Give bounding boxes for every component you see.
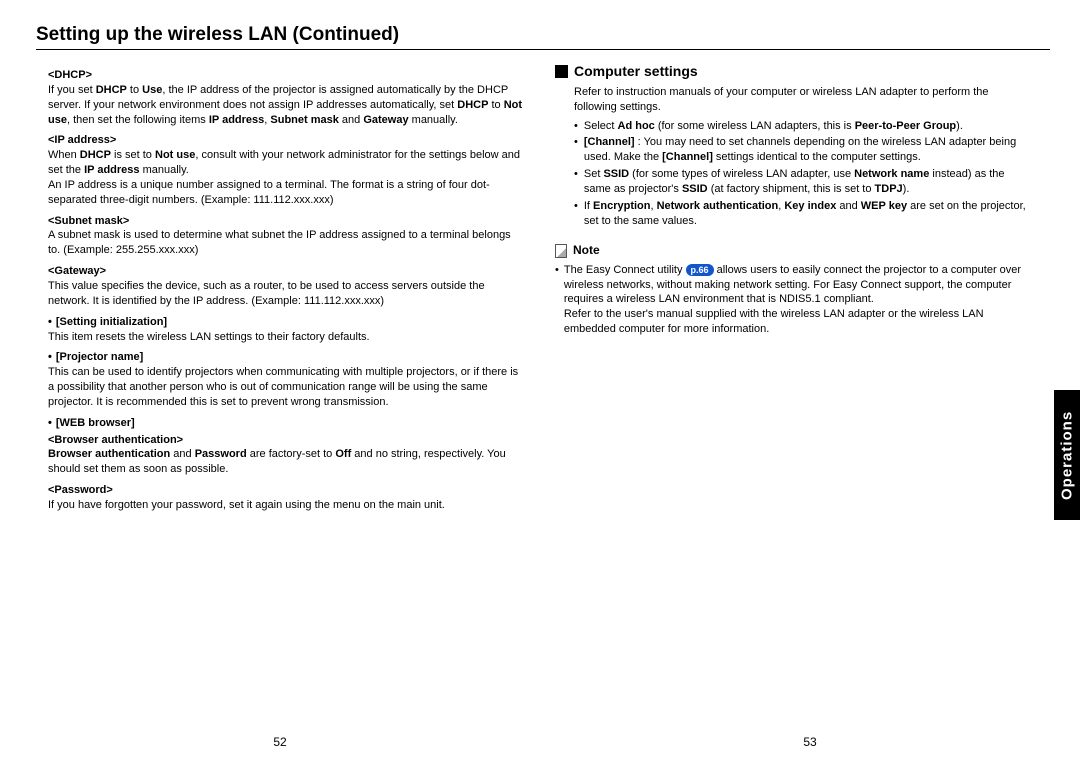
note-pre: The Easy Connect utility [564,264,686,276]
intro-text: Refer to instruction manuals of your com… [555,85,1032,115]
page-number-right: 53 [540,735,1080,749]
setinit-label: [Setting initialization] [48,315,525,330]
setinit-body: This item resets the wireless LAN settin… [48,330,525,345]
computer-settings-heading-text: Computer settings [574,62,698,81]
ip-body2: An IP address is a unique number assigne… [48,178,525,208]
right-column: Computer settings Refer to instruction m… [555,62,1050,513]
web-label: [WEB browser] [48,416,525,431]
browserauth-label: <Browser authentication> [48,433,525,448]
bullet-ssid: Set SSID (for some types of wireless LAN… [574,167,1032,197]
note-body: • The Easy Connect utility p.66 allows u… [555,263,1032,337]
subnet-body: A subnet mask is used to determine what … [48,228,525,258]
note-label: Note [573,242,600,258]
note-post2: Refer to the user's manual supplied with… [564,307,1032,337]
bullet-encryption: If Encryption, Network authentication, K… [574,199,1032,229]
ip-body1: When DHCP is set to Not use, consult wit… [48,148,525,178]
bullet-adhoc: Select Ad hoc (for some wireless LAN ada… [574,119,1032,134]
ip-label: <IP address> [48,133,525,148]
password-label: <Password> [48,483,525,498]
page-title: Setting up the wireless LAN (Continued) [36,24,1050,50]
gateway-label: <Gateway> [48,264,525,279]
projname-body: This can be used to identify projectors … [48,365,525,410]
browserauth-body: Browser authentication and Password are … [48,447,525,477]
bullet-channel: [Channel] : You may need to set channels… [574,135,1032,165]
gateway-body: This value specifies the device, such as… [48,279,525,309]
password-body: If you have forgotten your password, set… [48,498,525,513]
note-heading: Note [555,242,1032,258]
bullet-dot-icon: • [555,263,559,337]
dhcp-body: If you set DHCP to Use, the IP address o… [48,83,525,128]
page-ref-badge: p.66 [686,264,714,276]
subnet-label: <Subnet mask> [48,214,525,229]
side-tab-operations: Operations [1054,390,1080,520]
dhcp-label: <DHCP> [48,68,525,83]
page-number-left: 52 [0,735,540,749]
projname-label: [Projector name] [48,350,525,365]
page-numbers: 52 53 [0,735,1080,749]
computer-settings-heading: Computer settings [555,62,1032,81]
left-column: <DHCP> If you set DHCP to Use, the IP ad… [36,62,525,513]
